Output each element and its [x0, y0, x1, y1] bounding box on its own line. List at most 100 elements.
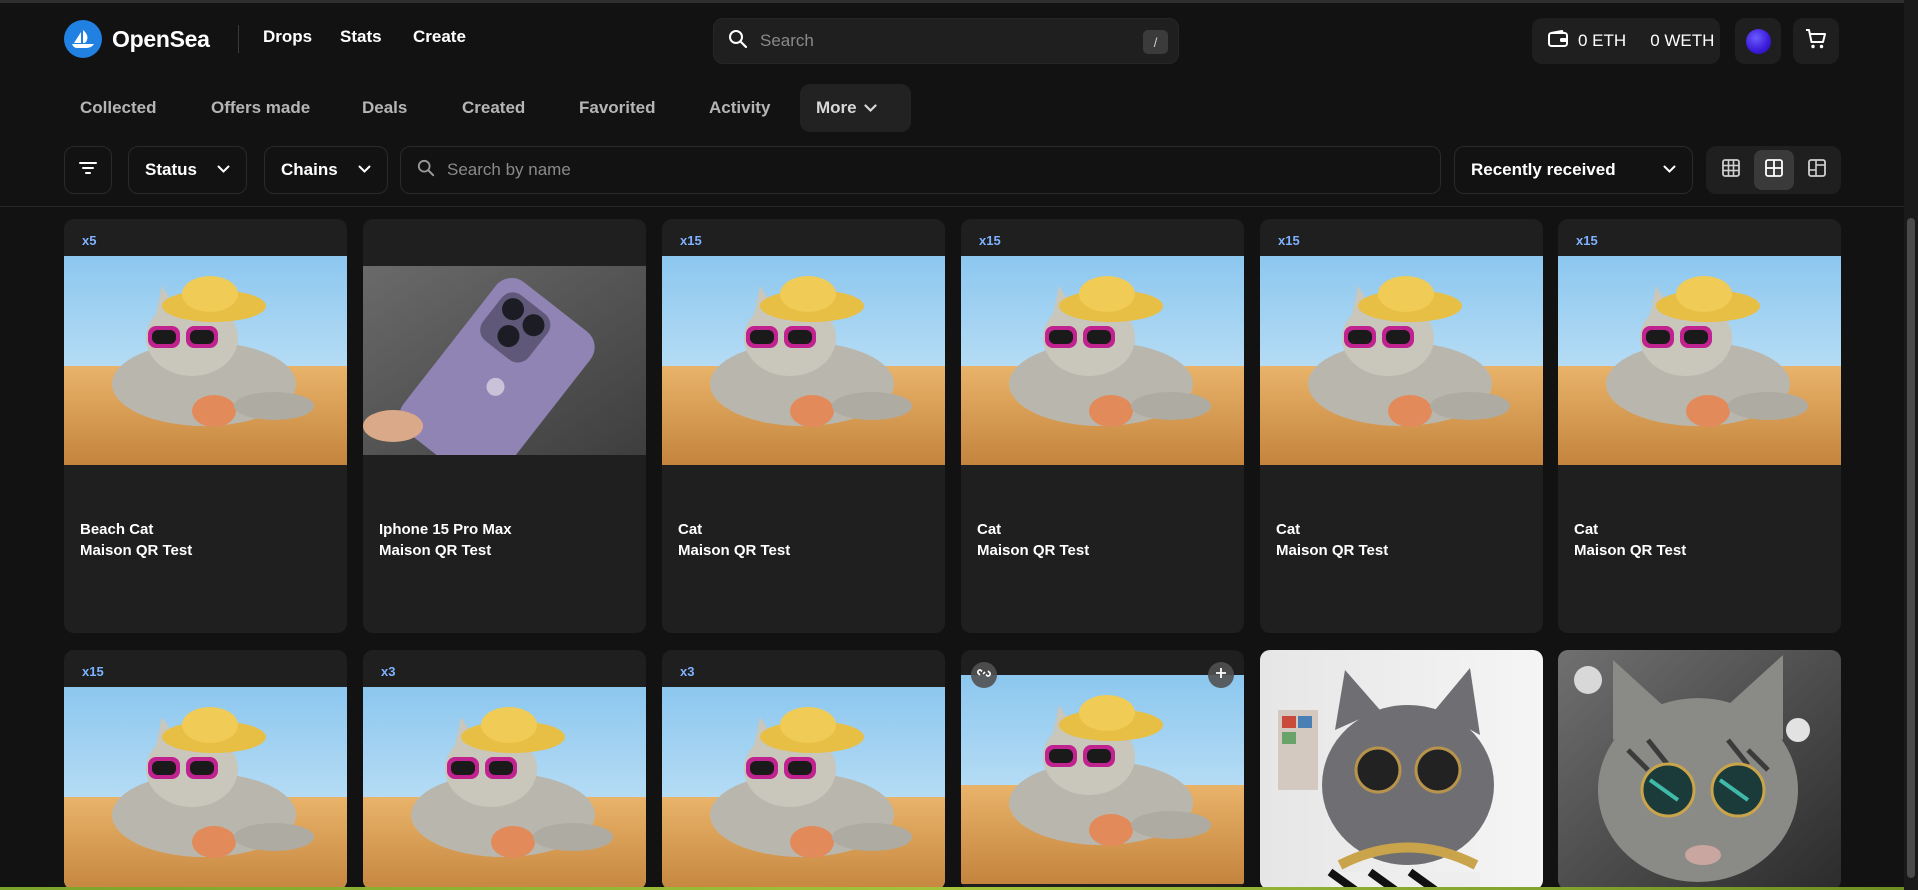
- nft-image: [961, 675, 1244, 884]
- nav-drops[interactable]: Drops: [263, 27, 312, 47]
- tab-collected[interactable]: Collected: [64, 84, 173, 132]
- nft-name: Iphone 15 Pro Max: [379, 521, 512, 538]
- nft-card[interactable]: x3: [363, 650, 646, 890]
- nft-collection: Maison QR Test: [1276, 542, 1389, 559]
- header-divider: [238, 25, 239, 53]
- quantity-badge: x15: [979, 233, 1001, 248]
- nft-image: [1260, 650, 1543, 890]
- nft-image: [961, 256, 1244, 465]
- chains-dropdown[interactable]: Chains: [264, 146, 388, 194]
- link-chip[interactable]: [971, 662, 997, 688]
- nft-card[interactable]: x15: [64, 650, 347, 890]
- nft-card[interactable]: [1260, 650, 1543, 890]
- filter-toggle-button[interactable]: [64, 146, 112, 194]
- search-by-name-placeholder: Search by name: [447, 160, 571, 179]
- view-mode-switcher: [1706, 146, 1841, 194]
- cart-icon: [1805, 28, 1827, 55]
- nft-collection: Maison QR Test: [80, 542, 193, 559]
- wallet-balance-button[interactable]: 0 ETH 0 WETH: [1532, 18, 1720, 64]
- profile-button[interactable]: [1735, 18, 1781, 64]
- nft-collection: Maison QR Test: [379, 542, 492, 559]
- nft-image: [662, 256, 945, 465]
- cart-button[interactable]: [1793, 18, 1839, 64]
- global-search[interactable]: Search /: [713, 18, 1179, 64]
- nft-name: Cat: [678, 521, 703, 538]
- filter-divider: [0, 206, 1904, 207]
- nft-card-cat[interactable]: x15 Cat Maison QR Test: [1260, 219, 1543, 633]
- quantity-badge: x3: [381, 664, 396, 679]
- filter-icon: [79, 161, 97, 180]
- search-shortcut-key: /: [1143, 30, 1168, 54]
- nft-card[interactable]: x3: [662, 650, 945, 890]
- quantity-badge: x15: [1278, 233, 1300, 248]
- nft-name: Cat: [1276, 521, 1301, 538]
- top-header: OpenSea Drops Stats Create Search / 0 ET…: [0, 3, 1904, 73]
- nft-name: Cat: [977, 521, 1002, 538]
- quantity-badge: x3: [680, 664, 695, 679]
- tab-favorited[interactable]: Favorited: [563, 84, 672, 132]
- nft-image: [64, 256, 347, 465]
- weth-balance: 0 WETH: [1650, 31, 1715, 50]
- quantity-badge: x15: [1576, 233, 1598, 248]
- opensea-logo-icon: [64, 20, 102, 58]
- nft-collection: Maison QR Test: [678, 542, 791, 559]
- nft-card-cat[interactable]: x15 Cat Maison QR Test: [961, 219, 1244, 633]
- nav-stats[interactable]: Stats: [340, 27, 382, 47]
- search-by-name-input[interactable]: Search by name: [400, 146, 1441, 194]
- chevron-down-icon: [217, 161, 230, 179]
- search-icon: [417, 159, 435, 182]
- quantity-badge: x15: [680, 233, 702, 248]
- search-icon: [728, 29, 748, 54]
- link-icon: [977, 666, 991, 685]
- nft-name: Cat: [1574, 521, 1599, 538]
- nft-card-cat[interactable]: x15 Cat Maison QR Test: [1558, 219, 1841, 633]
- nft-image: [1260, 256, 1543, 465]
- quantity-badge: x5: [82, 233, 97, 248]
- nft-card[interactable]: [1558, 650, 1841, 890]
- nft-image: [1558, 256, 1841, 465]
- nft-collection: Maison QR Test: [1574, 542, 1687, 559]
- tab-deals[interactable]: Deals: [346, 84, 423, 132]
- grid-small-icon: [1722, 158, 1740, 182]
- nft-image: [662, 687, 945, 890]
- nft-card-iphone[interactable]: Iphone 15 Pro Max Maison QR Test: [363, 219, 646, 633]
- plus-icon: [1215, 666, 1227, 684]
- chains-dropdown-label: Chains: [281, 160, 338, 179]
- nft-collection: Maison QR Test: [977, 542, 1090, 559]
- nft-image: [64, 687, 347, 890]
- nft-image: [363, 266, 646, 455]
- status-dropdown[interactable]: Status: [128, 146, 247, 194]
- page-scrollbar[interactable]: [1904, 0, 1918, 890]
- nft-card-beach-cat[interactable]: x5 Beach Cat Maison QR Test: [64, 219, 347, 633]
- sort-dropdown[interactable]: Recently received: [1454, 146, 1693, 194]
- tab-offers-made[interactable]: Offers made: [195, 84, 326, 132]
- wallet-icon: [1548, 29, 1568, 53]
- view-masonry-button[interactable]: [1797, 150, 1837, 190]
- add-to-cart-button[interactable]: [1208, 662, 1234, 688]
- nft-name: Beach Cat: [80, 521, 154, 538]
- avatar: [1745, 28, 1771, 54]
- chevron-down-icon: [864, 103, 877, 113]
- chevron-down-icon: [358, 161, 371, 179]
- scrollbar-thumb[interactable]: [1907, 218, 1915, 878]
- grid-icon: [1765, 158, 1783, 182]
- opensea-logo[interactable]: OpenSea: [64, 18, 210, 60]
- tab-more-label: More: [816, 98, 857, 117]
- chevron-down-icon: [1663, 161, 1676, 179]
- quantity-badge: x15: [82, 664, 104, 679]
- nft-image: [363, 687, 646, 890]
- status-dropdown-label: Status: [145, 160, 197, 179]
- nft-card-cat[interactable]: x15 Cat Maison QR Test: [662, 219, 945, 633]
- nav-create[interactable]: Create: [413, 27, 466, 47]
- logo-text: OpenSea: [112, 25, 210, 52]
- sort-dropdown-label: Recently received: [1471, 160, 1616, 179]
- global-search-placeholder: Search: [760, 31, 814, 50]
- eth-balance: 0 ETH: [1578, 31, 1627, 50]
- view-list-button[interactable]: [1711, 150, 1751, 190]
- masonry-icon: [1808, 158, 1826, 182]
- view-grid-button[interactable]: [1754, 150, 1794, 190]
- tab-created[interactable]: Created: [446, 84, 541, 132]
- nft-card-hovered[interactable]: [961, 650, 1244, 890]
- tab-more[interactable]: More: [800, 84, 911, 132]
- tab-activity[interactable]: Activity: [693, 84, 786, 132]
